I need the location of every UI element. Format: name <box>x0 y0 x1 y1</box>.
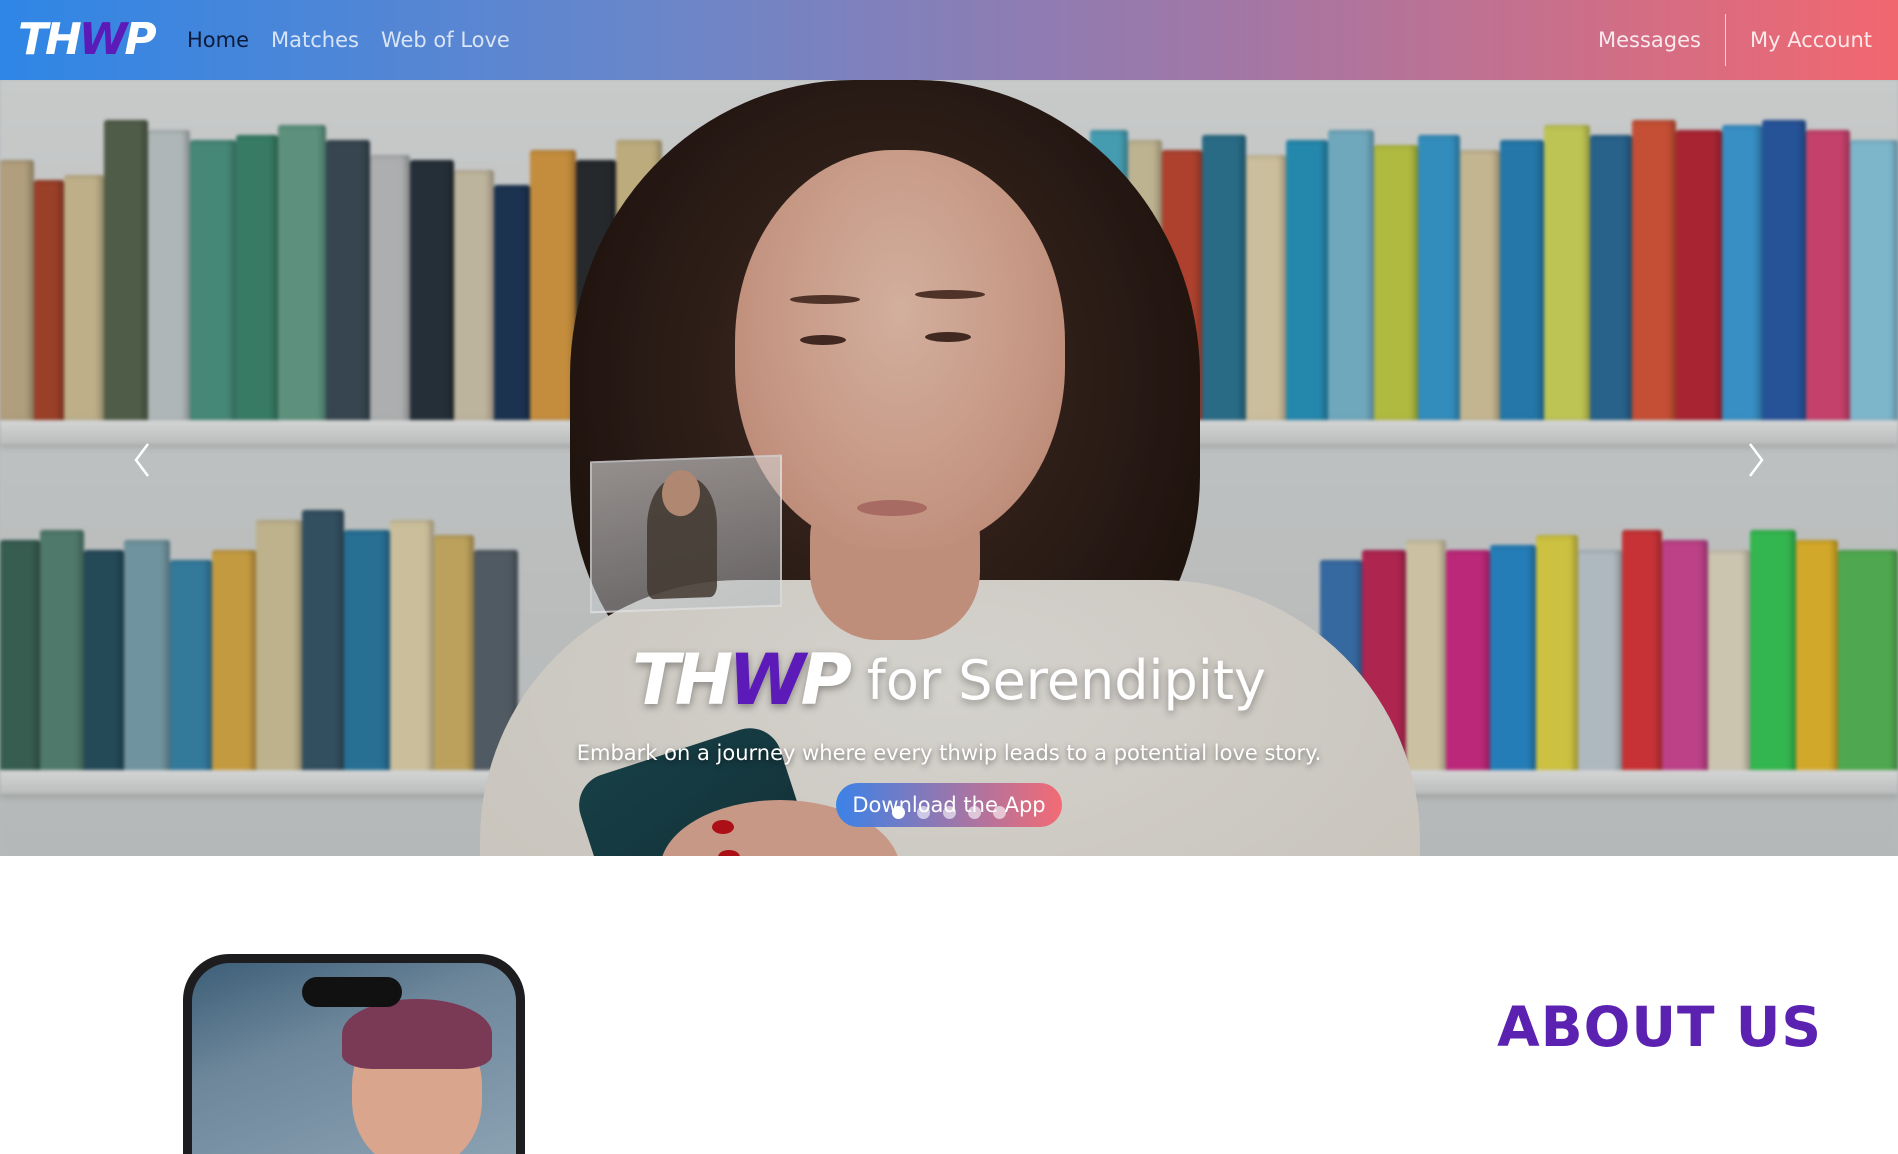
chevron-right-icon <box>1749 443 1764 477</box>
logo-text-w: W <box>78 14 128 65</box>
chevron-left-icon <box>134 443 149 477</box>
nav-link-messages[interactable]: Messages <box>1598 28 1701 52</box>
nav-link-home[interactable]: Home <box>187 28 249 52</box>
nav-divider <box>1724 14 1726 66</box>
brand-logo[interactable]: THWP <box>18 18 157 62</box>
carousel-next-button[interactable] <box>1740 440 1770 477</box>
nav-link-matches[interactable]: Matches <box>271 28 359 52</box>
about-phone-image <box>183 954 525 1154</box>
carousel-indicator-1[interactable] <box>891 806 905 819</box>
primary-nav: Home Matches Web of Love <box>187 0 532 80</box>
nav-link-my-account[interactable]: My Account <box>1750 28 1872 52</box>
hero-subtitle: Embark on a journey where every thwip le… <box>576 741 1322 765</box>
hero-carousel: THWP for Serendipity Embark on a journey… <box>0 80 1898 856</box>
logo-text-p: P <box>124 14 156 65</box>
carousel-indicator-5[interactable] <box>993 806 1007 819</box>
top-navbar: THWP Home Matches Web of Love Messages M… <box>0 0 1898 80</box>
carousel-indicator-2[interactable] <box>917 806 931 819</box>
hero-caption: THWP for Serendipity Embark on a journey… <box>0 645 1898 827</box>
about-us-heading: ABOUT US <box>1497 995 1822 1059</box>
carousel-indicator-3[interactable] <box>942 806 956 819</box>
account-nav: Messages My Account <box>1598 0 1872 80</box>
hero-logo: THWP <box>632 639 852 721</box>
carousel-indicator-4[interactable] <box>967 806 981 819</box>
carousel-prev-button[interactable] <box>128 440 158 477</box>
hero-title: for Serendipity <box>866 648 1266 712</box>
hero-heading: THWP for Serendipity <box>632 645 1266 715</box>
carousel-indicators <box>0 806 1898 824</box>
nav-link-web-of-love[interactable]: Web of Love <box>381 28 510 52</box>
logo-text-th: TH <box>18 14 82 65</box>
